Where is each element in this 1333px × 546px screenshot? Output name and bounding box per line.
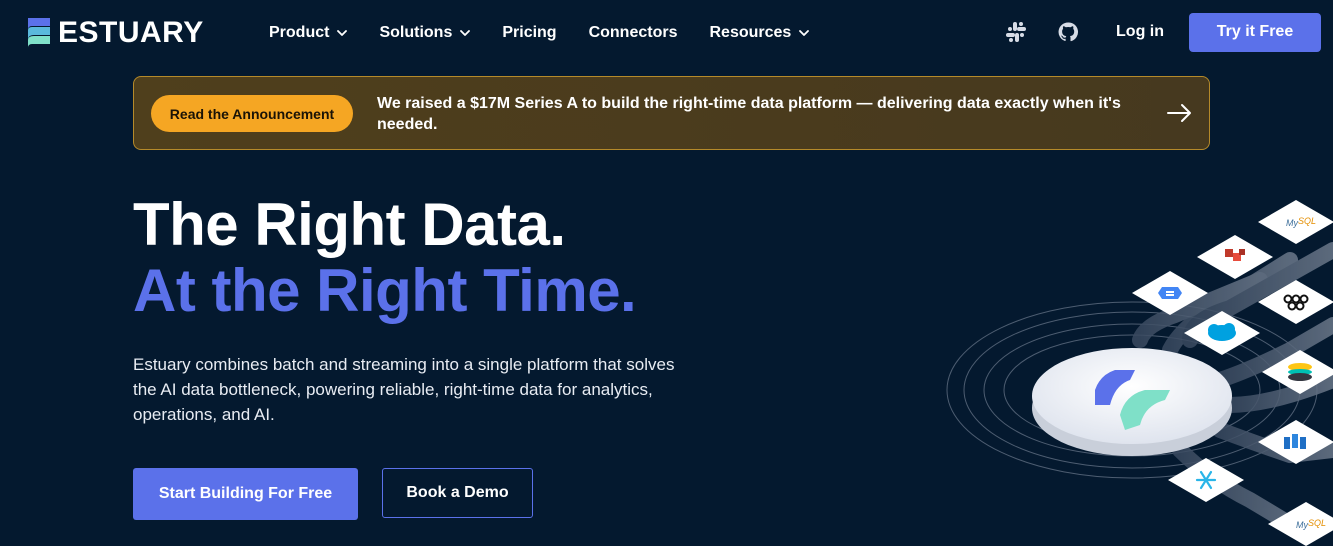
nav-item-label: Connectors xyxy=(588,24,678,41)
login-link[interactable]: Log in xyxy=(1116,23,1164,41)
announcement-text: We raised a $17M Series A to build the r… xyxy=(377,95,1121,133)
nav-item-label: Solutions xyxy=(379,24,453,41)
chevron-down-icon xyxy=(337,29,348,36)
svg-text:My: My xyxy=(1296,520,1308,530)
hero-title-line-2: At the Right Time. xyxy=(133,257,637,324)
book-demo-button[interactable]: Book a Demo xyxy=(382,468,533,518)
svg-text:My: My xyxy=(1286,218,1298,228)
hero-title-line-1: The Right Data. xyxy=(133,191,566,258)
hero-description: Estuary combines batch and streaming int… xyxy=(133,355,675,424)
top-navigation: ESTUARY Product Solutions Pricing Connec… xyxy=(0,0,1333,64)
arrow-right-icon[interactable] xyxy=(1167,103,1193,123)
nav-item-pricing[interactable]: Pricing xyxy=(502,24,556,42)
nav-item-label: Pricing xyxy=(502,24,557,41)
start-building-button[interactable]: Start Building For Free xyxy=(133,468,358,520)
nav-item-resources[interactable]: Resources xyxy=(709,24,810,42)
slack-icon[interactable] xyxy=(1005,21,1027,43)
read-announcement-pill[interactable]: Read the Announcement xyxy=(151,95,353,132)
svg-text:SQL: SQL xyxy=(1308,518,1326,528)
estuary-logo[interactable]: ESTUARY xyxy=(24,16,204,50)
try-it-free-button[interactable]: Try it Free xyxy=(1189,12,1321,52)
mysql-logo-tile: My SQL xyxy=(1258,200,1333,244)
nav-item-label: Product xyxy=(269,24,330,41)
data-flow-illustration: My SQL My SQL xyxy=(946,200,1333,546)
estuary-logo-icon xyxy=(28,18,50,48)
github-icon[interactable] xyxy=(1057,21,1079,43)
nav-item-solutions[interactable]: Solutions xyxy=(379,24,471,42)
nav-item-product[interactable]: Product xyxy=(269,24,348,42)
main-menu: Product Solutions Pricing Connectors Res… xyxy=(269,20,841,46)
nav-actions: Log in Try it Free xyxy=(1005,12,1321,52)
nav-item-connectors[interactable]: Connectors xyxy=(589,24,678,42)
chevron-down-icon xyxy=(799,29,810,36)
svg-text:SQL: SQL xyxy=(1298,216,1316,226)
announcement-banner[interactable]: Read the Announcement We raised a $17M S… xyxy=(133,76,1210,150)
nav-item-label: Resources xyxy=(709,24,792,41)
estuary-hub xyxy=(1032,348,1232,456)
brand-name: ESTUARY xyxy=(58,16,204,49)
chevron-down-icon xyxy=(460,29,471,36)
